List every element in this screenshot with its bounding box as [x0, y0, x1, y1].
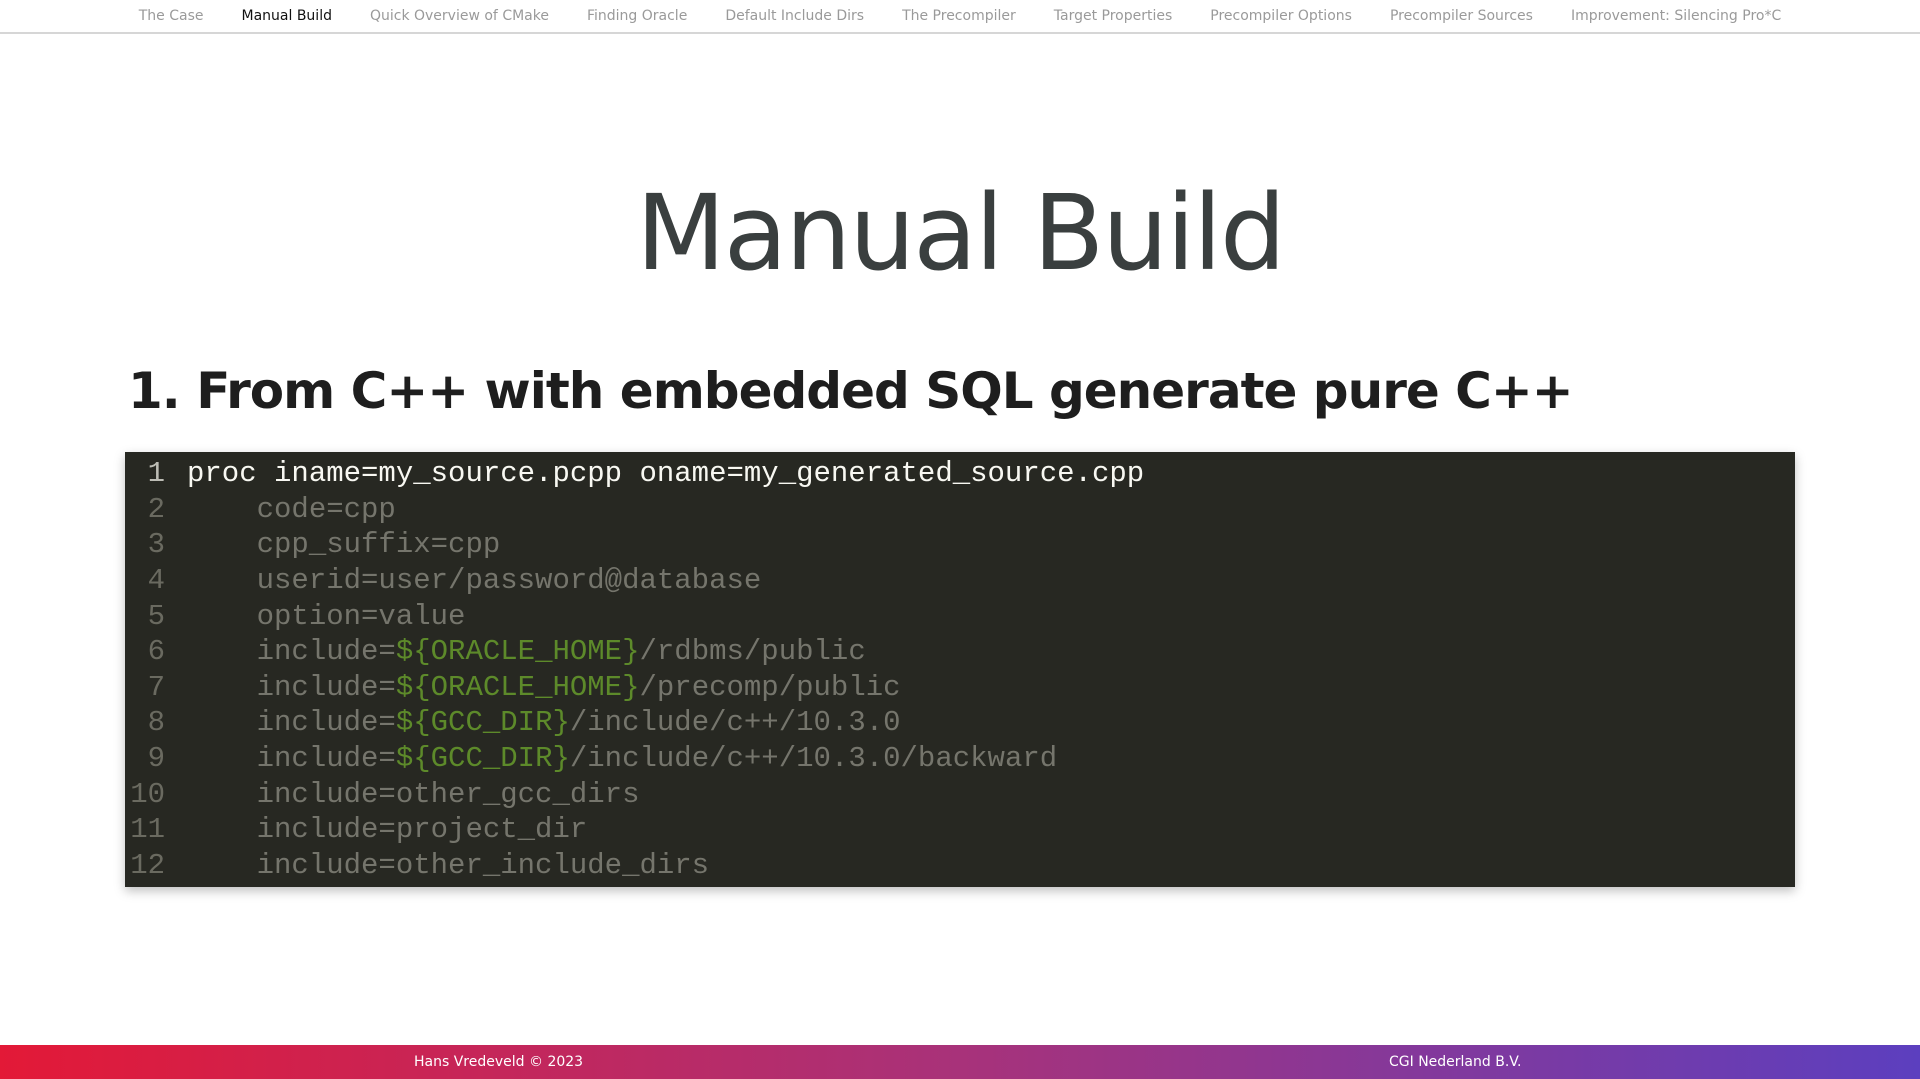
nav-item[interactable]: The Precompiler — [883, 8, 1035, 24]
code-text: cpp_suffix=cpp — [187, 528, 501, 562]
code-variable: ${GCC_DIR} — [395, 706, 570, 740]
line-number: 7 — [147, 670, 165, 704]
code-line: 1 proc iname=my_source.pcpp oname=my_gene… — [125, 456, 1795, 492]
footer-author: Hans Vredeveld © 2023 — [414, 1054, 584, 1070]
code-text: include=${ORACLE_HOME}/rdbms/public — [187, 635, 866, 668]
nav-item[interactable]: Precompiler Options — [1191, 8, 1371, 24]
code-line: 4 userid=user/password@database — [125, 563, 1795, 599]
code-fragment: include= — [187, 635, 396, 669]
nav-item[interactable]: Quick Overview of CMake — [351, 8, 568, 24]
line-number: 11 — [130, 813, 165, 847]
code-text: include=other_include_dirs — [187, 849, 709, 882]
nav-item[interactable]: Improvement: Silencing Pro*C — [1552, 8, 1800, 24]
code-variable: ${ORACLE_HOME} — [395, 670, 640, 704]
code-fragment: userid=user/password@database — [187, 564, 762, 598]
line-number: 9 — [147, 742, 165, 776]
code-fragment: include= — [187, 706, 396, 740]
line-number: 5 — [147, 599, 165, 633]
code-fragment: /precomp/public — [639, 670, 901, 704]
code-variable: ${GCC_DIR} — [395, 742, 570, 776]
code-fragment: /include/c++/10.3.0 — [569, 706, 901, 740]
code-line: 5 option=value — [125, 598, 1795, 634]
nav-item[interactable]: Finding Oracle — [568, 8, 706, 24]
code-text: include=${ORACLE_HOME}/precomp/public — [187, 671, 901, 704]
nav-item[interactable]: Manual Build — [223, 8, 351, 24]
code-fragment: cpp_suffix=cpp — [187, 528, 501, 562]
code-text: userid=user/password@database — [187, 564, 762, 598]
code-block: 1 proc iname=my_source.pcpp oname=my_gene… — [125, 452, 1795, 887]
line-number: 2 — [147, 492, 165, 526]
code-line: 2 code=cpp — [125, 492, 1795, 528]
line-number: 6 — [147, 635, 165, 669]
code-line: 11 include=project_dir — [125, 812, 1795, 848]
footer-bar: Hans Vredeveld © 2023 CGI Nederland B.V. — [0, 1045, 1920, 1079]
code-line: 3 cpp_suffix=cpp — [125, 527, 1795, 563]
nav-item[interactable]: Target Properties — [1035, 8, 1192, 24]
code-fragment: include=project_dir — [187, 813, 588, 847]
code-line: 12 include=other_include_dirs — [125, 848, 1795, 884]
slide-title: Manual Build — [635, 172, 1286, 294]
code-fragment: /include/c++/10.3.0/backward — [569, 742, 1058, 776]
line-number: 3 — [147, 528, 165, 562]
code-line: 6 include=${ORACLE_HOME}/rdbms/public — [125, 634, 1795, 670]
line-number: 4 — [147, 564, 165, 598]
code-line: 9 include=${GCC_DIR}/include/c++/10.3.0/… — [125, 741, 1795, 777]
nav-item[interactable]: Precompiler Sources — [1371, 8, 1552, 24]
nav-item[interactable]: The Case — [120, 8, 223, 24]
code-fragment: include=other_include_dirs — [187, 848, 710, 882]
line-number: 8 — [147, 706, 165, 740]
slide-navigation: The Case Manual Build Quick Overview of CM… — [0, 0, 1920, 34]
line-number: 1 — [147, 457, 165, 491]
code-text: include=project_dir — [187, 813, 588, 847]
code-variable: ${ORACLE_HOME} — [395, 635, 640, 669]
code-fragment: include= — [187, 670, 396, 704]
code-fragment: option=value — [187, 599, 466, 633]
code-line: 7 include=${ORACLE_HOME}/precomp/public — [125, 670, 1795, 706]
line-number: 12 — [130, 848, 165, 882]
code-fragment: include=other_gcc_dirs — [187, 777, 640, 811]
nav-item[interactable]: Default Include Dirs — [706, 8, 883, 24]
footer-company: CGI Nederland B.V. — [1389, 1054, 1522, 1070]
step-heading: 1. From C++ with embedded SQL generate p… — [128, 362, 1574, 420]
code-text: proc iname=my_source.pcpp oname=my_gener… — [187, 457, 1144, 490]
code-text: option=value — [187, 599, 466, 633]
code-text: code=cpp — [187, 493, 396, 526]
code-text: include=${GCC_DIR}/include/c++/10.3.0/ba… — [187, 742, 1058, 776]
code-fragment: code=cpp — [187, 492, 396, 526]
code-line: 8 include=${GCC_DIR}/include/c++/10.3.0 — [125, 705, 1795, 741]
code-fragment: /rdbms/public — [639, 635, 866, 669]
code-line: 10 include=other_gcc_dirs — [125, 776, 1795, 812]
code-fragment: include= — [187, 742, 396, 776]
line-number: 10 — [130, 777, 165, 811]
code-fragment: proc iname=my_source.pcpp oname=my_gener… — [187, 457, 1145, 491]
code-text: include=${GCC_DIR}/include/c++/10.3.0 — [187, 706, 901, 739]
code-text: include=other_gcc_dirs — [187, 777, 640, 811]
